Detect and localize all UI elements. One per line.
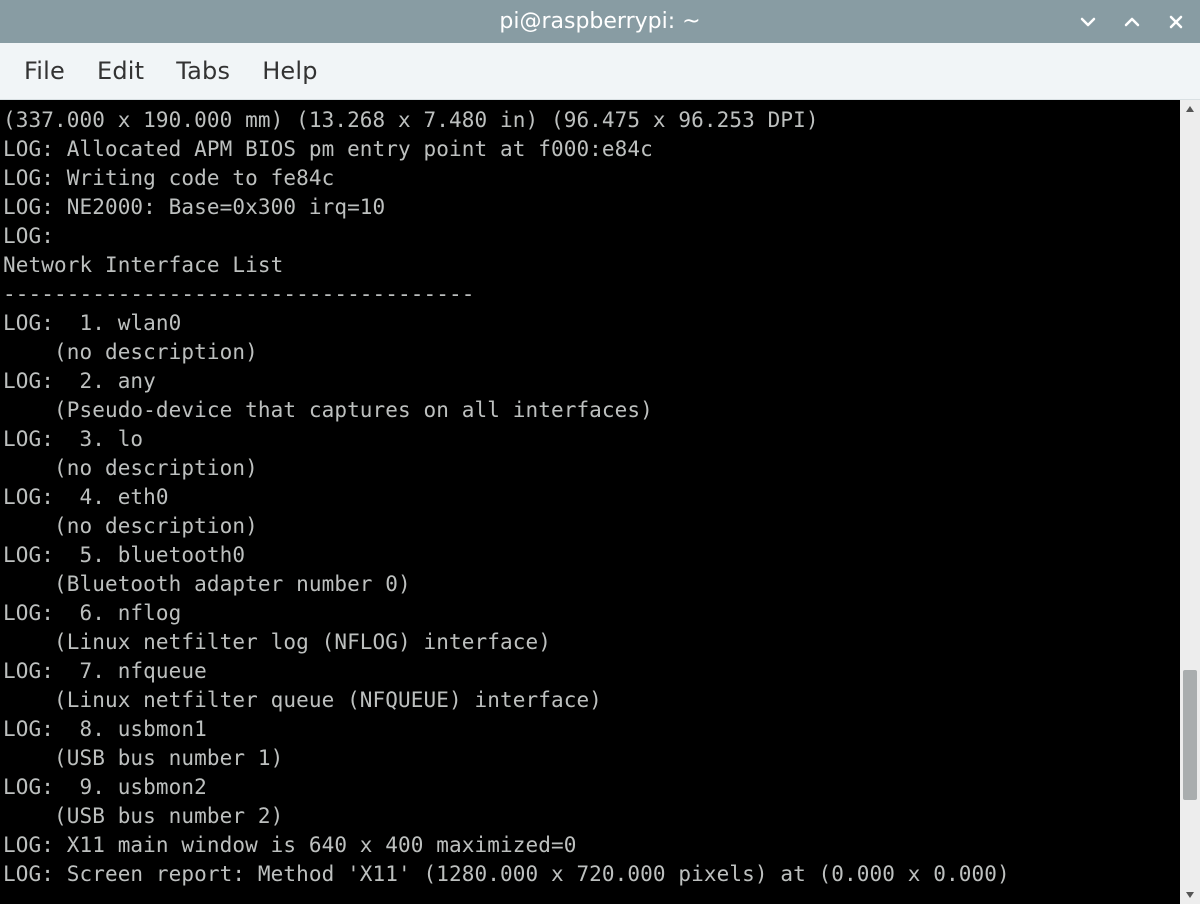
- menu-tabs[interactable]: Tabs: [164, 53, 242, 89]
- menu-help[interactable]: Help: [250, 53, 330, 89]
- maximize-icon[interactable]: [1120, 14, 1144, 30]
- menu-edit[interactable]: Edit: [85, 53, 156, 89]
- scrollbar[interactable]: [1180, 100, 1200, 904]
- window-controls: [1076, 0, 1188, 43]
- window-titlebar: pi@raspberrypi: ~: [0, 0, 1200, 43]
- close-icon[interactable]: [1164, 14, 1188, 30]
- menu-file[interactable]: File: [12, 53, 77, 89]
- scroll-down-icon[interactable]: [1180, 886, 1200, 904]
- minimize-icon[interactable]: [1076, 14, 1100, 30]
- window-title: pi@raspberrypi: ~: [499, 9, 700, 34]
- terminal-output[interactable]: (337.000 x 190.000 mm) (13.268 x 7.480 i…: [0, 100, 1180, 904]
- scrollbar-thumb[interactable]: [1183, 670, 1197, 800]
- scroll-up-icon[interactable]: [1180, 100, 1200, 118]
- terminal-area: (337.000 x 190.000 mm) (13.268 x 7.480 i…: [0, 100, 1200, 904]
- menubar: File Edit Tabs Help: [0, 43, 1200, 100]
- terminal-window: pi@raspberrypi: ~ File Edit Tabs Help (3…: [0, 0, 1200, 904]
